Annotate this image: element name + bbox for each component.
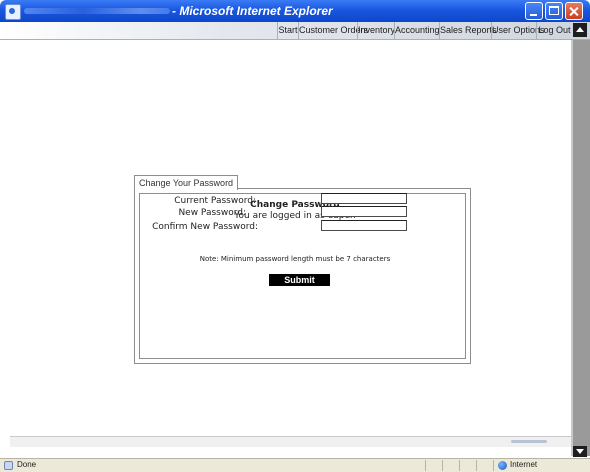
scroll-up-icon[interactable] (573, 23, 587, 37)
nav-user-options[interactable]: User Options (491, 22, 545, 39)
window-titlebar[interactable]: - Microsoft Internet Explorer (0, 0, 590, 22)
nav-customer-orders[interactable]: Customer Orders (298, 22, 368, 39)
password-length-note: Note: Minimum password length must be 7 … (199, 255, 391, 263)
status-text: Done (17, 460, 37, 469)
confirm-password-label: Confirm New Password: (152, 222, 258, 232)
current-password-label: Current Password: (174, 196, 256, 206)
page-content: Change Your Password Change Password You… (10, 40, 570, 436)
top-nav: Start Customer Orders Inventory Accounti… (0, 22, 590, 40)
security-zone-text: Internet (510, 460, 538, 469)
vertical-scrollbar[interactable] (571, 40, 590, 456)
close-icon[interactable] (565, 2, 583, 20)
scrollbar-thumb[interactable] (511, 440, 547, 443)
status-divider (476, 460, 477, 471)
new-password-field[interactable] (321, 206, 407, 217)
window-title: - Microsoft Internet Explorer (172, 4, 333, 18)
status-divider (459, 460, 460, 471)
nav-sales-reports[interactable]: Sales Reports (439, 22, 497, 39)
logged-in-text: You are logged in as eapen (234, 211, 356, 221)
status-divider (442, 460, 443, 471)
nav-start[interactable]: Start (277, 22, 298, 39)
horizontal-scrollbar[interactable] (10, 436, 571, 447)
page-done-icon (4, 461, 13, 470)
form-heading: Change Password (250, 200, 340, 210)
minimize-icon[interactable] (525, 2, 543, 20)
blurred-page-title (24, 8, 170, 14)
scroll-down-icon[interactable] (573, 446, 587, 457)
status-divider (493, 460, 494, 471)
internet-globe-icon (498, 461, 507, 470)
ie-app-icon[interactable] (5, 4, 21, 20)
nav-accounting[interactable]: Accounting (394, 22, 440, 39)
confirm-password-field[interactable] (321, 220, 407, 231)
maximize-icon[interactable] (545, 2, 563, 20)
submit-button[interactable]: Submit (269, 274, 330, 286)
new-password-label: New Password: (178, 208, 246, 218)
tab-change-your-password[interactable]: Change Your Password (134, 175, 239, 190)
nav-inventory[interactable]: Inventory (357, 22, 395, 39)
status-divider (425, 460, 426, 471)
current-password-field[interactable] (321, 193, 407, 204)
nav-log-out[interactable]: Log Out (536, 22, 572, 39)
status-bar: Done Internet (0, 458, 590, 472)
